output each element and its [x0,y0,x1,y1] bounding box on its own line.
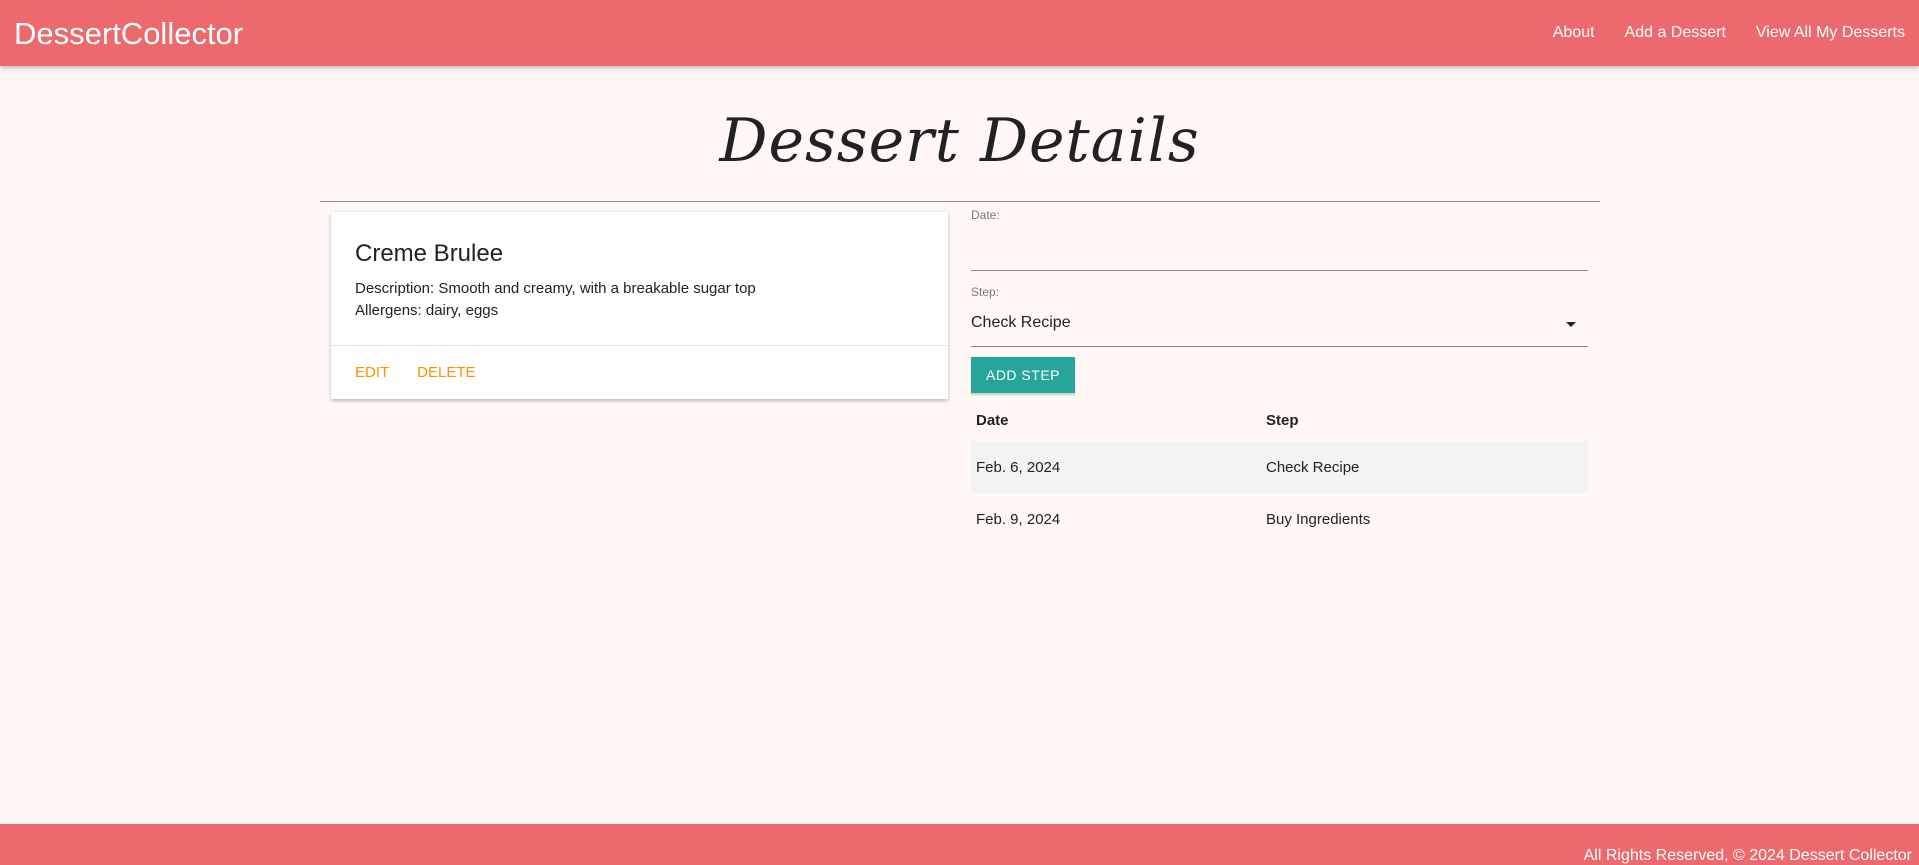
dessert-description: Description: Smooth and creamy, with a b… [355,280,756,297]
date-input[interactable] [971,232,1588,271]
nav-link-view-all-desserts[interactable]: View All My Desserts [1756,24,1905,42]
step-select[interactable]: Check Recipe [971,304,1588,347]
nav-link-about[interactable]: About [1553,24,1595,42]
step-select-value: Check Recipe [971,314,1071,331]
table-cell-step: Check Recipe [1261,440,1588,493]
table-cell-date: Feb. 9, 2024 [976,510,1061,528]
delete-link[interactable]: DELETE [417,364,475,381]
table-header-date: Date [976,411,1009,429]
caret-down-icon [1566,322,1576,327]
brand-logo-link[interactable]: DessertCollector [14,16,243,52]
steps-table: Date Step Feb. 6, 2024 Check Recipe Feb.… [971,400,1588,545]
edit-link[interactable]: EDIT [355,364,389,381]
dessert-card: Creme Brulee Description: Smooth and cre… [331,212,948,399]
step-field-label: Step: [971,285,1000,299]
table-row: Feb. 9, 2024 Buy Ingredients [971,493,1588,545]
table-cell-date: Feb. 6, 2024 [971,440,1261,493]
page-title: Dessert Details [719,106,1200,176]
table-cell-step: Buy Ingredients [1266,510,1371,528]
card-actions: EDIT DELETE [355,364,504,381]
nav-link-add-dessert[interactable]: Add a Dessert [1625,24,1726,42]
table-row: Feb. 6, 2024 Check Recipe [971,440,1588,493]
top-navbar: DessertCollector About Add a Dessert Vie… [0,0,1919,66]
card-action-divider [331,345,948,346]
dessert-name: Creme Brulee [355,240,504,267]
add-step-button[interactable]: ADD STEP [971,357,1075,393]
page-footer: All Rights Reserved, © 2024 Dessert Coll… [0,824,1919,865]
date-field-label: Date: [971,208,1000,222]
title-divider [320,201,1600,202]
dessert-allergens: Allergens: dairy, eggs [355,302,499,319]
table-header-step: Step [1266,411,1299,429]
footer-copyright: All Rights Reserved, © 2024 Dessert Coll… [1583,847,1912,864]
nav-links: About Add a Dessert View All My Desserts [1523,0,1905,66]
table-header-row: Date Step [971,400,1588,441]
